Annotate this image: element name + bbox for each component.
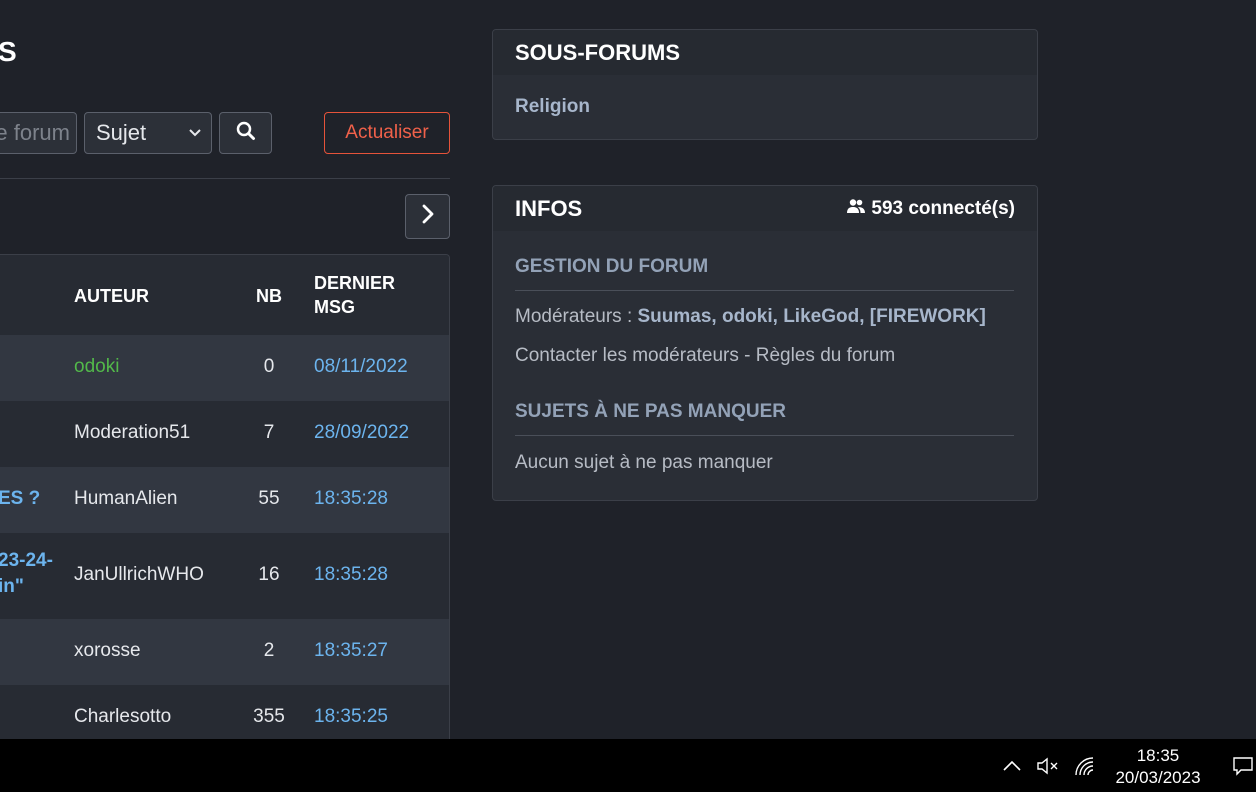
moderators-label: Modérateurs : <box>515 306 638 327</box>
row-date[interactable]: 18:35:27 <box>314 640 388 662</box>
online-count: 593 connecté(s) <box>846 198 1015 220</box>
row-nb: 16 <box>258 564 280 585</box>
row-date[interactable]: 18:35:28 <box>314 488 388 510</box>
clock-time: 18:35 <box>1136 746 1180 765</box>
table-header: AUTEUR NB DERNIER MSG <box>0 255 449 335</box>
row-subject-line2: in" <box>0 576 24 597</box>
row-subject[interactable]: 23-24- in" <box>0 548 53 600</box>
online-count-text: 593 connecté(s) <box>871 198 1015 219</box>
next-page-button[interactable] <box>405 194 450 239</box>
row-date[interactable]: 18:35:25 <box>314 706 388 728</box>
row-nb: 55 <box>258 488 280 509</box>
select-value: Sujet <box>96 120 147 145</box>
chevron-right-icon <box>420 202 436 231</box>
page-title: s <box>0 36 17 67</box>
search-type-select[interactable]: Sujet <box>84 112 212 154</box>
table-row[interactable]: Moderation51 7 28/09/2022 <box>0 401 449 467</box>
subforum-link-religion[interactable]: Religion <box>515 96 590 118</box>
users-icon <box>846 198 866 220</box>
section-divider <box>515 435 1014 436</box>
table-row[interactable]: Charlesotto 355 18:35:25 <box>0 685 449 739</box>
gestion-title: GESTION DU FORUM <box>515 256 709 277</box>
taskbar: 18:35 20/03/2023 <box>0 739 1256 792</box>
must-read-empty: Aucun sujet à ne pas manquer <box>515 452 773 473</box>
infos-title: INFOS <box>515 196 583 221</box>
subforums-header: SOUS-FORUMS <box>493 30 1037 75</box>
contact-rules-link[interactable]: Contacter les modérateurs - Règles du fo… <box>515 345 895 367</box>
must-read-title: SUJETS À NE PAS MANQUER <box>515 401 786 422</box>
table-row[interactable]: 23-24- in" JanUllrichWHO 16 18:35:28 <box>0 533 449 619</box>
clock-date: 20/03/2023 <box>1115 768 1201 787</box>
subforums-title: SOUS-FORUMS <box>515 40 680 65</box>
wifi-icon[interactable] <box>1070 739 1100 792</box>
search-input[interactable]: e forum <box>0 112 77 154</box>
row-subject-line1: 23-24- <box>0 550 53 571</box>
row-author[interactable]: Charlesotto <box>74 706 171 728</box>
chevron-down-icon <box>187 113 203 168</box>
search-button[interactable] <box>219 112 272 154</box>
column-author[interactable]: AUTEUR <box>74 284 149 308</box>
table-row[interactable]: odoki 0 08/11/2022 <box>0 335 449 401</box>
row-author[interactable]: JanUllrichWHO <box>74 564 204 586</box>
row-author[interactable]: odoki <box>74 356 119 378</box>
row-subject[interactable]: ES ? <box>0 486 40 512</box>
section-divider <box>515 290 1014 291</box>
row-nb: 0 <box>263 356 275 377</box>
row-author[interactable]: HumanAlien <box>74 488 178 510</box>
column-nb[interactable]: NB <box>256 284 282 308</box>
forum-page: s e forum Sujet Actualiser AUTEUR NB DER… <box>0 0 1256 739</box>
moderators-list[interactable]: Suumas, odoki, LikeGod, [FIREWORK] <box>638 306 986 327</box>
row-date[interactable]: 28/09/2022 <box>314 422 409 444</box>
column-last-msg[interactable]: DERNIER MSG <box>314 271 395 319</box>
row-date[interactable]: 18:35:28 <box>314 564 388 586</box>
column-last-msg-line2: MSG <box>314 297 356 317</box>
row-author[interactable]: Moderation51 <box>74 422 190 444</box>
notifications-icon[interactable] <box>1230 739 1256 792</box>
row-nb: 355 <box>253 706 285 727</box>
taskbar-clock[interactable]: 18:35 20/03/2023 <box>1106 745 1210 789</box>
column-last-msg-line1: DERNIER <box>314 273 396 293</box>
infos-header: INFOS 593 connecté(s) <box>493 186 1037 231</box>
row-nb: 7 <box>263 422 275 443</box>
moderators-line: Modérateurs : Suumas, odoki, LikeGod, [F… <box>515 306 986 328</box>
infos-panel: INFOS 593 connecté(s) GESTION DU FORUM M… <box>492 185 1038 501</box>
subforums-panel: SOUS-FORUMS Religion <box>492 29 1038 140</box>
topics-table: AUTEUR NB DERNIER MSG odoki 0 08/11/2022… <box>0 254 450 739</box>
divider <box>0 178 450 179</box>
row-nb: 2 <box>263 640 275 661</box>
refresh-button[interactable]: Actualiser <box>324 112 450 154</box>
show-hidden-icons-chevron-up-icon[interactable] <box>998 739 1026 792</box>
row-date[interactable]: 08/11/2022 <box>314 356 408 378</box>
search-icon <box>236 121 256 146</box>
volume-muted-icon[interactable] <box>1033 739 1063 792</box>
row-author[interactable]: xorosse <box>74 640 141 662</box>
table-row[interactable]: ES ? HumanAlien 55 18:35:28 <box>0 467 449 533</box>
table-row[interactable]: xorosse 2 18:35:27 <box>0 619 449 685</box>
